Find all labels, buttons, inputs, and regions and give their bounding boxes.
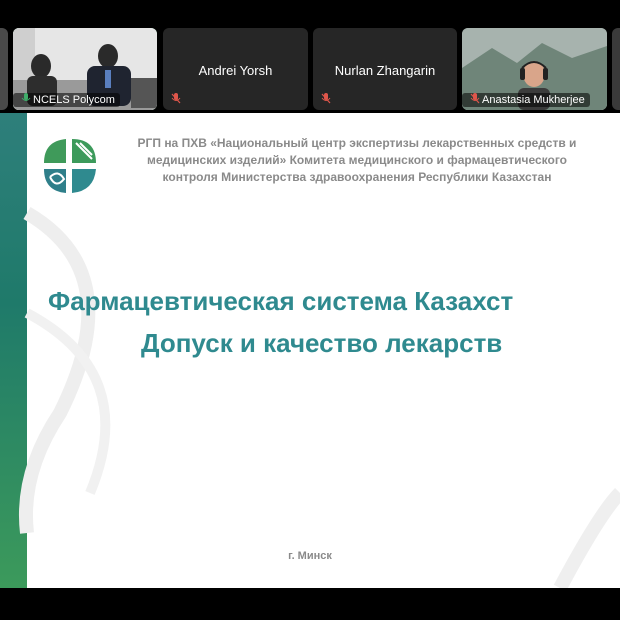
participant-tile-andrei[interactable]: Andrei Yorsh [163,28,308,110]
participant-name: Anastasia Mukherjee [462,93,590,107]
mic-muted-icon [171,93,181,104]
participant-strip: NCELS Polycom Andrei Yorsh Nurlan Zhanga… [0,0,620,112]
participant-tile-nurlan[interactable]: Nurlan Zhangarin [313,28,457,110]
participant-tile-partial[interactable] [612,28,620,110]
participant-tile-partial[interactable] [0,28,8,110]
slide-title-line1: Фармацевтическая система Казахст [48,286,514,316]
mic-muted-icon [470,93,480,104]
logo [44,139,96,193]
participant-name: Andrei Yorsh [198,63,273,78]
bottom-bar [0,588,620,620]
mic-muted-icon [321,93,331,104]
shared-slide: РГП на ПХВ «Национальный центр экспертиз… [0,113,620,588]
participant-name: Nurlan Zhangarin [334,63,436,78]
slide-title-line2: Допуск и качество лекарств [141,328,503,358]
mic-on-icon [21,93,31,101]
participant-tile-ncels[interactable]: NCELS Polycom [13,28,157,110]
slide-header: РГП на ПХВ «Национальный центр экспертиз… [137,136,577,184]
slide-city: г. Минск [288,550,332,562]
participant-tile-anastasia[interactable]: Anastasia Mukherjee [462,28,607,110]
